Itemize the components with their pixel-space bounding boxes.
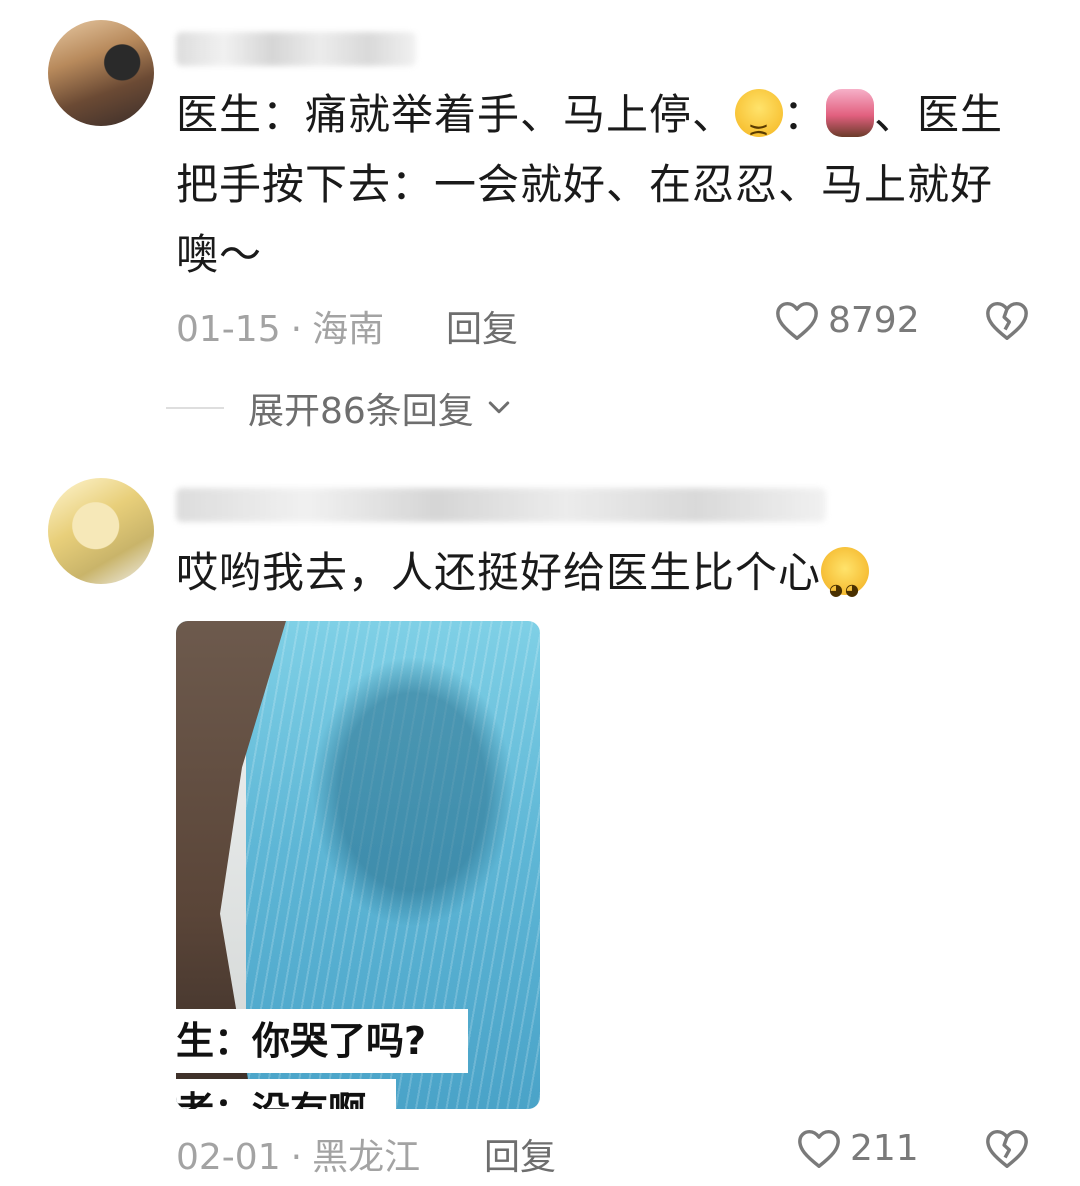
username-blurred[interactable]	[176, 32, 416, 66]
like-button[interactable]: 8792	[774, 298, 920, 342]
comment-text-segment: 、医生	[874, 90, 1004, 139]
comment-list: 医生：痛就举着手、马上停、 ： 、医生 把手按下去：一会就好、在忍忍、马上就好 噢～…	[0, 0, 1080, 1186]
avatar[interactable]	[48, 478, 154, 584]
comment-image[interactable]: 生：你哭了吗? 者：没有啊	[176, 621, 540, 1109]
comment-text-segment: 医生：痛就举着手、马上停、	[176, 90, 736, 139]
meta-separator: ·	[290, 309, 303, 350]
like-count: 8792	[828, 299, 920, 341]
comment-location: 海南	[312, 309, 385, 350]
heart-outline-icon	[776, 301, 818, 340]
broken-heart-icon[interactable]	[984, 1126, 1030, 1170]
image-subtitle: 生：你哭了吗?	[176, 1009, 468, 1073]
comment-text-segment: ：	[783, 90, 827, 139]
comment-meta: 02-01 · 黑龙江	[176, 1128, 420, 1180]
comment-date: 02-01	[176, 1137, 281, 1178]
person-raising-hand-emoji-icon	[826, 89, 875, 137]
image-subtitle: 者：没有啊	[176, 1079, 396, 1109]
divider	[166, 407, 224, 409]
expand-replies-label: 展开86条回复	[248, 391, 474, 432]
comment-text-segment: 哎哟我去，人还挺好给医生比个心	[176, 548, 822, 597]
meta-separator: ·	[290, 1137, 303, 1178]
comment-text-segment: 噢～	[176, 230, 263, 279]
comment-meta: 01-15 · 海南	[176, 300, 384, 352]
like-count: 211	[850, 1127, 919, 1169]
username-blurred[interactable]	[176, 488, 826, 522]
comment-text: 哎哟我去，人还挺好给医生比个心	[176, 538, 1056, 625]
broken-heart-icon[interactable]	[984, 298, 1030, 342]
expand-replies-button[interactable]: 展开86条回复	[166, 382, 514, 434]
chevron-down-icon	[488, 401, 510, 414]
persevering-face-emoji-icon	[735, 89, 784, 165]
avatar[interactable]	[48, 20, 154, 126]
comment-location: 黑龙江	[312, 1137, 421, 1178]
comment-date: 01-15	[176, 309, 281, 350]
reply-button[interactable]: 回复	[446, 300, 518, 352]
reply-button[interactable]: 回复	[484, 1128, 556, 1180]
heart-outline-icon	[798, 1129, 840, 1168]
comment-text: 医生：痛就举着手、马上停、 ： 、医生 把手按下去：一会就好、在忍忍、马上就好 噢～	[176, 80, 1056, 290]
like-button[interactable]: 211	[796, 1126, 919, 1170]
comment-text-segment: 把手按下去：一会就好、在忍忍、马上就好	[176, 160, 994, 209]
face-holding-back-tears-emoji-icon	[821, 547, 870, 625]
